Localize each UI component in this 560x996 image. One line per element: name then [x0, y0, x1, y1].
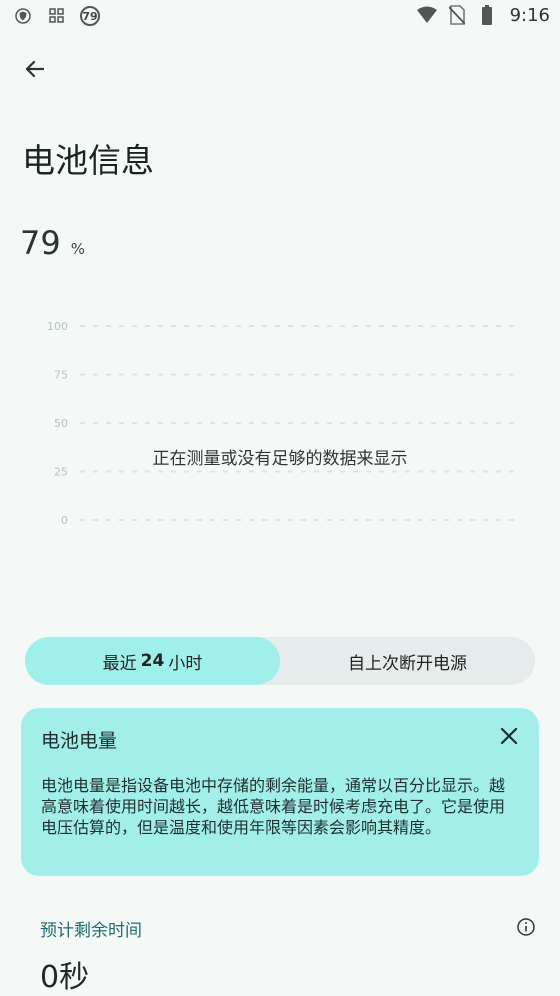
- vpn-shield-icon: [12, 5, 34, 27]
- time-range-toggle: 最近 24 小时 自上次断开电源: [25, 637, 535, 685]
- tab-last-24-prefix: 最近: [102, 653, 137, 674]
- chart-ytick-label: 0: [61, 514, 68, 527]
- battery-level-value: 79: [20, 224, 61, 262]
- back-arrow-icon: [25, 60, 45, 78]
- battery-level-unit: %: [70, 240, 85, 258]
- back-button[interactable]: [18, 52, 52, 86]
- chart-ytick-label: 75: [54, 369, 68, 382]
- battery-icon: [476, 4, 498, 26]
- close-button[interactable]: [497, 724, 521, 748]
- info-card-title: 电池电量: [41, 730, 118, 752]
- info-icon[interactable]: [516, 917, 536, 937]
- grid-app-icon: [46, 5, 68, 27]
- page-title: 电池信息: [22, 141, 154, 180]
- notification-badge: 79: [80, 6, 100, 26]
- tab-last-24-suffix: 小时: [168, 653, 203, 674]
- status-time: 9:16: [509, 4, 550, 26]
- chart-ytick-label: 50: [54, 417, 68, 430]
- wifi-icon: [416, 4, 438, 26]
- tab-last-24-hours[interactable]: 最近 24 小时: [25, 637, 280, 685]
- chart-ytick-label: 100: [47, 320, 68, 333]
- tab-since-unplugged-label: 自上次断开电源: [348, 653, 467, 674]
- chart-svg: 1007550250: [47, 320, 518, 527]
- chart-empty-message: 正在测量或没有足够的数据来显示: [152, 449, 408, 469]
- battery-chart: 100 75 50 25 0 正在测量或没有足够的数据来显示: [0, 300, 560, 550]
- close-icon: [500, 727, 518, 745]
- status-bar: 79 9:16: [0, 0, 560, 32]
- battery-level-info-card: 电池电量 电池电量是指设备电池中存储的剩余能量，通常以百分比显示。越高意味着使用…: [21, 708, 539, 876]
- tab-last-24-number: 24: [140, 651, 165, 671]
- estimated-time-value: 0秒: [40, 960, 90, 995]
- tab-since-unplugged[interactable]: 自上次断开电源: [280, 637, 535, 685]
- info-card-body: 电池电量是指设备电池中存储的剩余能量，通常以百分比显示。越高意味着使用时间越长，…: [41, 776, 506, 837]
- estimated-time-label: 预计剩余时间: [40, 921, 142, 941]
- no-sim-icon: [446, 4, 468, 26]
- battery-level: 79 %: [20, 224, 85, 262]
